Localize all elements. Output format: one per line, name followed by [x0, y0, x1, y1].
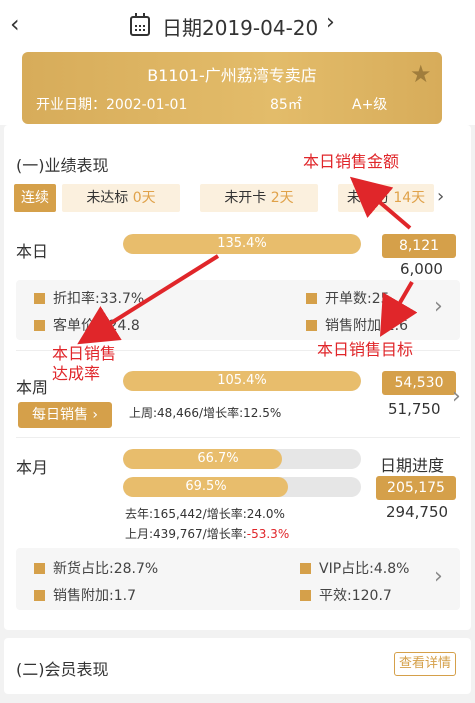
month-progress-text: 66.7%: [197, 451, 239, 466]
section-title-members: (二)会员表现: [16, 660, 109, 679]
month-kpi-box[interactable]: 新货占比:28.7% VIP占比:4.8% 销售附加:1.7 平效:120.7 …: [16, 548, 460, 610]
today-sales-target: 6,000: [400, 260, 443, 278]
week-progress-bar: 105.4%: [123, 371, 361, 391]
month-sales-amount: 205,175: [376, 476, 456, 500]
kpi-item: 客单价:324.8: [34, 315, 140, 335]
kpi-item: 开单数:25: [306, 288, 390, 308]
month-label: 本月: [16, 458, 49, 477]
today-label: 本日: [16, 242, 49, 261]
month-sales-target: 294,750: [386, 503, 449, 521]
month-last-year: 去年:165,442/增长率:24.0%: [125, 507, 285, 521]
tab-value: 2天: [270, 190, 294, 206]
kpi-item: 销售附加:1.6: [306, 315, 408, 335]
view-details-button[interactable]: 查看详情: [394, 652, 456, 676]
week-progress-text: 105.4%: [217, 373, 267, 388]
chevron-right-icon[interactable]: ›: [437, 186, 444, 207]
tab-continuous[interactable]: 连续: [14, 184, 56, 212]
week-sales-target: 51,750: [388, 400, 441, 418]
chevron-right-icon[interactable]: ›: [452, 384, 461, 409]
annotation-achievement-2: 达成率: [52, 364, 101, 383]
month-progress-bar: 66.7%: [123, 449, 361, 469]
daily-sales-button[interactable]: 每日销售 ›: [18, 402, 112, 428]
store-open-date: 开业日期：2002-01-01: [36, 97, 188, 113]
store-card[interactable]: B1101-广州荔湾专卖店 开业日期：2002-01-01 85㎡ A+级 ★: [22, 52, 442, 124]
kpi-item: 新货占比:28.7%: [34, 558, 158, 578]
month-date-progress-bar: 69.5%: [123, 477, 361, 497]
today-sales-amount: 8,121: [382, 234, 456, 258]
star-icon[interactable]: ★: [410, 60, 432, 88]
kpi-item: VIP占比:4.8%: [300, 558, 409, 578]
tab-no-card[interactable]: 未开卡 2天: [200, 184, 318, 212]
today-kpi-box[interactable]: 折扣率:33.7% 开单数:25 客单价:324.8 销售附加:1.6 ›: [16, 280, 460, 340]
week-label: 本周: [16, 378, 49, 397]
tab-no-visit[interactable]: 未回访 14天: [338, 184, 434, 212]
tab-value: 0天: [132, 190, 156, 206]
page-title[interactable]: 日期2019-04-20: [162, 12, 318, 41]
store-area: 85㎡: [270, 97, 302, 113]
kpi-item: 折扣率:33.7%: [34, 288, 144, 308]
store-level: A+级: [352, 97, 388, 113]
today-progress-bar: 135.4%: [123, 234, 361, 254]
section-title-performance: (一)业绩表现: [16, 156, 109, 175]
tab-label: 未达标: [86, 190, 129, 206]
annotation-sales-target: 本日销售目标: [317, 340, 414, 359]
month-last-month: 上月:439,767/增长率:-53.3%: [125, 527, 290, 541]
month-date-progress-text: 69.5%: [185, 479, 227, 494]
annotation-sales-amount: 本日销售金额: [303, 152, 400, 171]
week-last-week: 上周:48,466/增长率:12.5%: [129, 406, 282, 420]
chevron-right-icon[interactable]: ›: [434, 294, 443, 319]
tab-label: 未开卡: [224, 190, 267, 206]
annotation-achievement: 本日销售: [52, 344, 117, 363]
tab-label: 未回访: [346, 190, 389, 206]
kpi-item: 销售附加:1.7: [34, 585, 136, 605]
calendar-icon[interactable]: [130, 13, 150, 36]
chevron-right-icon[interactable]: ›: [434, 564, 443, 589]
divider: [16, 437, 460, 438]
store-name: B1101-广州荔湾专卖店: [147, 66, 317, 85]
tab-not-reached[interactable]: 未达标 0天: [62, 184, 180, 212]
kpi-item: 平效:120.7: [300, 585, 392, 605]
today-progress-text: 135.4%: [217, 236, 267, 251]
week-sales-amount: 54,530: [382, 371, 456, 395]
chevron-right-icon[interactable]: ›: [326, 10, 335, 35]
tab-value: 14天: [393, 190, 426, 206]
chevron-left-icon[interactable]: ‹: [10, 10, 20, 38]
date-progress-label: 日期进度: [380, 456, 445, 475]
